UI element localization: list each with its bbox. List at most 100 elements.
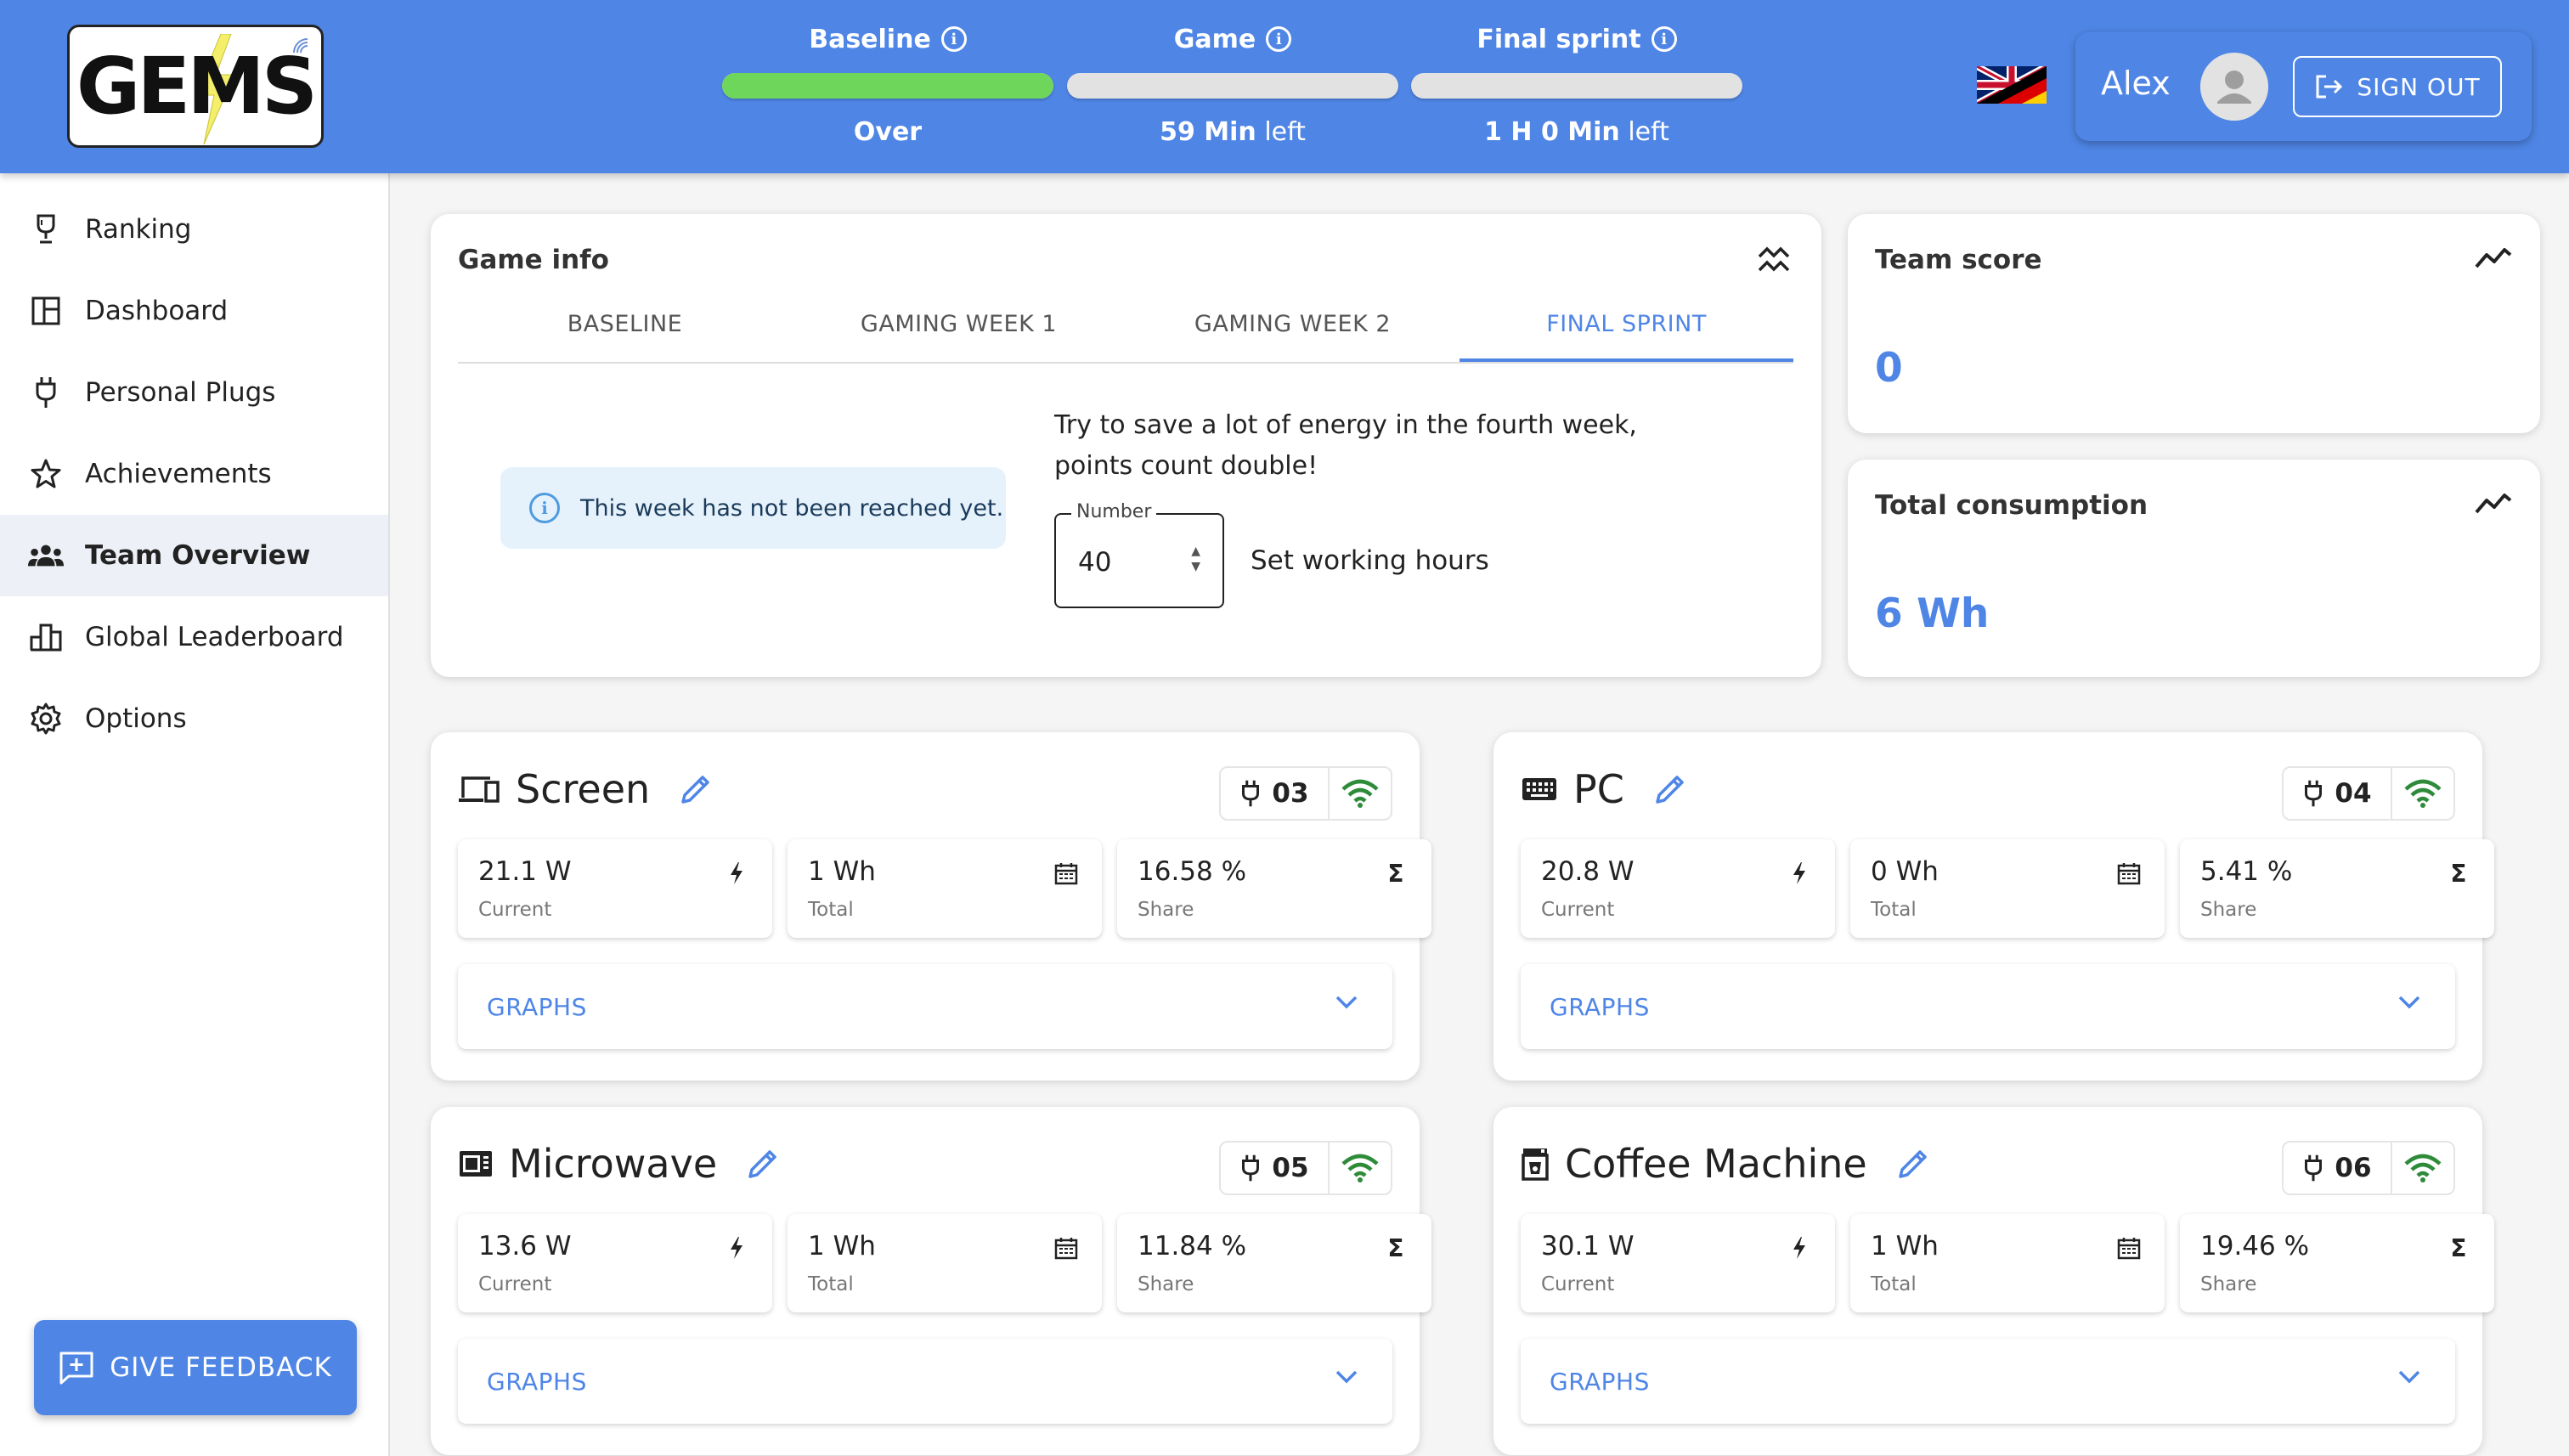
chevron-down-icon <box>2398 996 2420 1009</box>
progress-baseline: Baseline i Over <box>722 20 1053 147</box>
stat-total: 1 Wh Total <box>788 1214 1102 1312</box>
leaderboard-icon <box>27 618 65 656</box>
avatar[interactable] <box>2200 53 2268 121</box>
graphs-label: GRAPHS <box>487 992 587 1021</box>
language-flag-icon[interactable] <box>1977 66 2047 104</box>
info-icon[interactable]: i <box>940 26 967 52</box>
info-icon[interactable]: i <box>1651 26 1677 52</box>
app-header: GEMS Baseline i Over Game i 59 Min left … <box>0 0 2569 173</box>
feedback-icon <box>59 1352 93 1385</box>
sign-out-button[interactable]: SIGN OUT <box>2293 56 2502 117</box>
progress-game: Game i 59 Min left <box>1067 20 1398 147</box>
stat-share: 5.41 % Share Σ <box>2180 839 2494 938</box>
sidebar-item-personal-plugs[interactable]: Personal Plugs <box>0 352 388 433</box>
tab-baseline[interactable]: BASELINE <box>458 302 792 362</box>
stat-current: 21.1 W Current <box>458 839 772 938</box>
working-hours-input[interactable]: Number 40 ▲ ▼ <box>1054 501 1224 608</box>
sidebar-item-global-leaderboard[interactable]: Global Leaderboard <box>0 596 388 678</box>
feedback-label: GIVE FEEDBACK <box>110 1352 332 1383</box>
plug-number: 03 <box>1272 778 1309 809</box>
sidebar-item-ranking[interactable]: Ranking <box>0 189 388 270</box>
progress-bar <box>722 73 1053 99</box>
stat-label: Total <box>1871 899 1917 921</box>
device-card-microwave: Microwave 05 13.6 W Current 1 Wh Total 1… <box>431 1107 1431 1455</box>
stat-label: Current <box>478 899 552 921</box>
device-name: PC <box>1573 766 1624 812</box>
graphs-accordion[interactable]: GRAPHS <box>1521 1339 2455 1424</box>
gems-logo[interactable]: GEMS <box>67 25 324 148</box>
stat-label: Share <box>2200 1273 2257 1295</box>
bolt-icon <box>721 1233 752 1263</box>
edit-pencil-icon[interactable] <box>746 1147 780 1181</box>
sign-out-label: SIGN OUT <box>2357 72 2481 101</box>
graphs-label: GRAPHS <box>487 1367 587 1396</box>
give-feedback-button[interactable]: GIVE FEEDBACK <box>34 1320 357 1415</box>
wifi-icon <box>2392 779 2453 808</box>
info-icon[interactable]: i <box>1266 26 1292 52</box>
team-score-card: Team score 0 <box>1848 214 2540 433</box>
stat-value: 20.8 W <box>1541 856 1635 887</box>
stat-share: 16.58 % Share Σ <box>1117 839 1431 938</box>
stat-value: 19.46 % <box>2200 1231 2310 1261</box>
stat-value: 0 Wh <box>1871 856 1939 887</box>
graphs-accordion[interactable]: GRAPHS <box>458 964 1392 1049</box>
sidebar: Ranking Dashboard Personal Plugs Achieve… <box>0 173 390 1456</box>
plug-badge[interactable]: 05 <box>1219 1141 1392 1195</box>
graphs-label: GRAPHS <box>1550 1367 1650 1396</box>
sidebar-item-achievements[interactable]: Achievements <box>0 433 388 515</box>
plug-icon <box>1242 1154 1260 1182</box>
input-legend: Number <box>1071 501 1157 522</box>
sidebar-item-options[interactable]: Options <box>0 678 388 759</box>
device-card-screen: Screen 03 21.1 W Current 1 Wh Total 16.5… <box>431 732 1431 1081</box>
stat-value: 21.1 W <box>478 856 572 887</box>
plug-number: 05 <box>1272 1153 1309 1183</box>
edit-pencil-icon[interactable] <box>1896 1147 1930 1181</box>
tab-gaming-week-2[interactable]: GAMING WEEK 2 <box>1126 302 1460 362</box>
graphs-label: GRAPHS <box>1550 992 1650 1021</box>
progress-label: Final sprint <box>1476 24 1641 54</box>
sidebar-item-label: Global Leaderboard <box>85 622 344 652</box>
stat-share: 19.46 % Share Σ <box>2180 1214 2494 1312</box>
stat-total: 1 Wh Total <box>788 839 1102 938</box>
progress-status: 1 H 0 Min left <box>1484 117 1669 147</box>
total-consumption-value: 6 Wh <box>1875 590 1990 637</box>
stat-value: 1 Wh <box>808 1231 876 1261</box>
wifi-icon <box>2392 1154 2453 1182</box>
graphs-accordion[interactable]: GRAPHS <box>1521 964 2455 1049</box>
monitor-icon <box>459 776 500 803</box>
calendar-icon <box>1051 1233 1081 1263</box>
stat-label: Total <box>1871 1273 1917 1295</box>
sidebar-item-team-overview[interactable]: Team Overview <box>0 515 388 596</box>
tab-final-sprint[interactable]: FINAL SPRINT <box>1460 302 1793 362</box>
stat-label: Total <box>808 1273 854 1295</box>
trending-chart-icon[interactable] <box>2474 245 2513 270</box>
plug-badge[interactable]: 03 <box>1219 766 1392 821</box>
tab-gaming-week-1[interactable]: GAMING WEEK 1 <box>792 302 1126 362</box>
stat-label: Current <box>478 1273 552 1295</box>
device-name: Screen <box>516 766 651 812</box>
sidebar-item-label: Personal Plugs <box>85 377 276 408</box>
stat-label: Total <box>808 899 854 921</box>
bolt-icon <box>1784 1233 1815 1263</box>
logo-text: GEMS <box>76 41 318 132</box>
team-icon <box>27 537 65 574</box>
graphs-accordion[interactable]: GRAPHS <box>458 1339 1392 1424</box>
plug-badge[interactable]: 06 <box>2282 1141 2455 1195</box>
sigma-icon: Σ <box>1387 1233 1404 1262</box>
stat-label: Current <box>1541 1273 1615 1295</box>
plug-badge[interactable]: 04 <box>2282 766 2455 821</box>
edit-pencil-icon[interactable] <box>1653 772 1687 806</box>
game-info-card: Game info BASELINE GAMING WEEK 1 GAMING … <box>431 214 1821 677</box>
total-consumption-card: Total consumption 6 Wh <box>1848 460 2540 677</box>
edit-pencil-icon[interactable] <box>679 772 713 806</box>
description-line: Try to save a lot of energy in the fourt… <box>1054 410 1637 440</box>
trending-chart-icon[interactable] <box>2474 490 2513 516</box>
team-score-value: 0 <box>1875 345 1903 392</box>
sidebar-item-dashboard[interactable]: Dashboard <box>0 270 388 352</box>
progress-bar <box>1067 73 1398 99</box>
microwave-icon <box>460 1151 492 1177</box>
stat-label: Current <box>1541 899 1615 921</box>
multiline-chart-icon[interactable] <box>1757 245 1791 275</box>
progress-label: Game <box>1173 24 1256 54</box>
stepper-icon[interactable]: ▲ ▼ <box>1191 544 1200 574</box>
